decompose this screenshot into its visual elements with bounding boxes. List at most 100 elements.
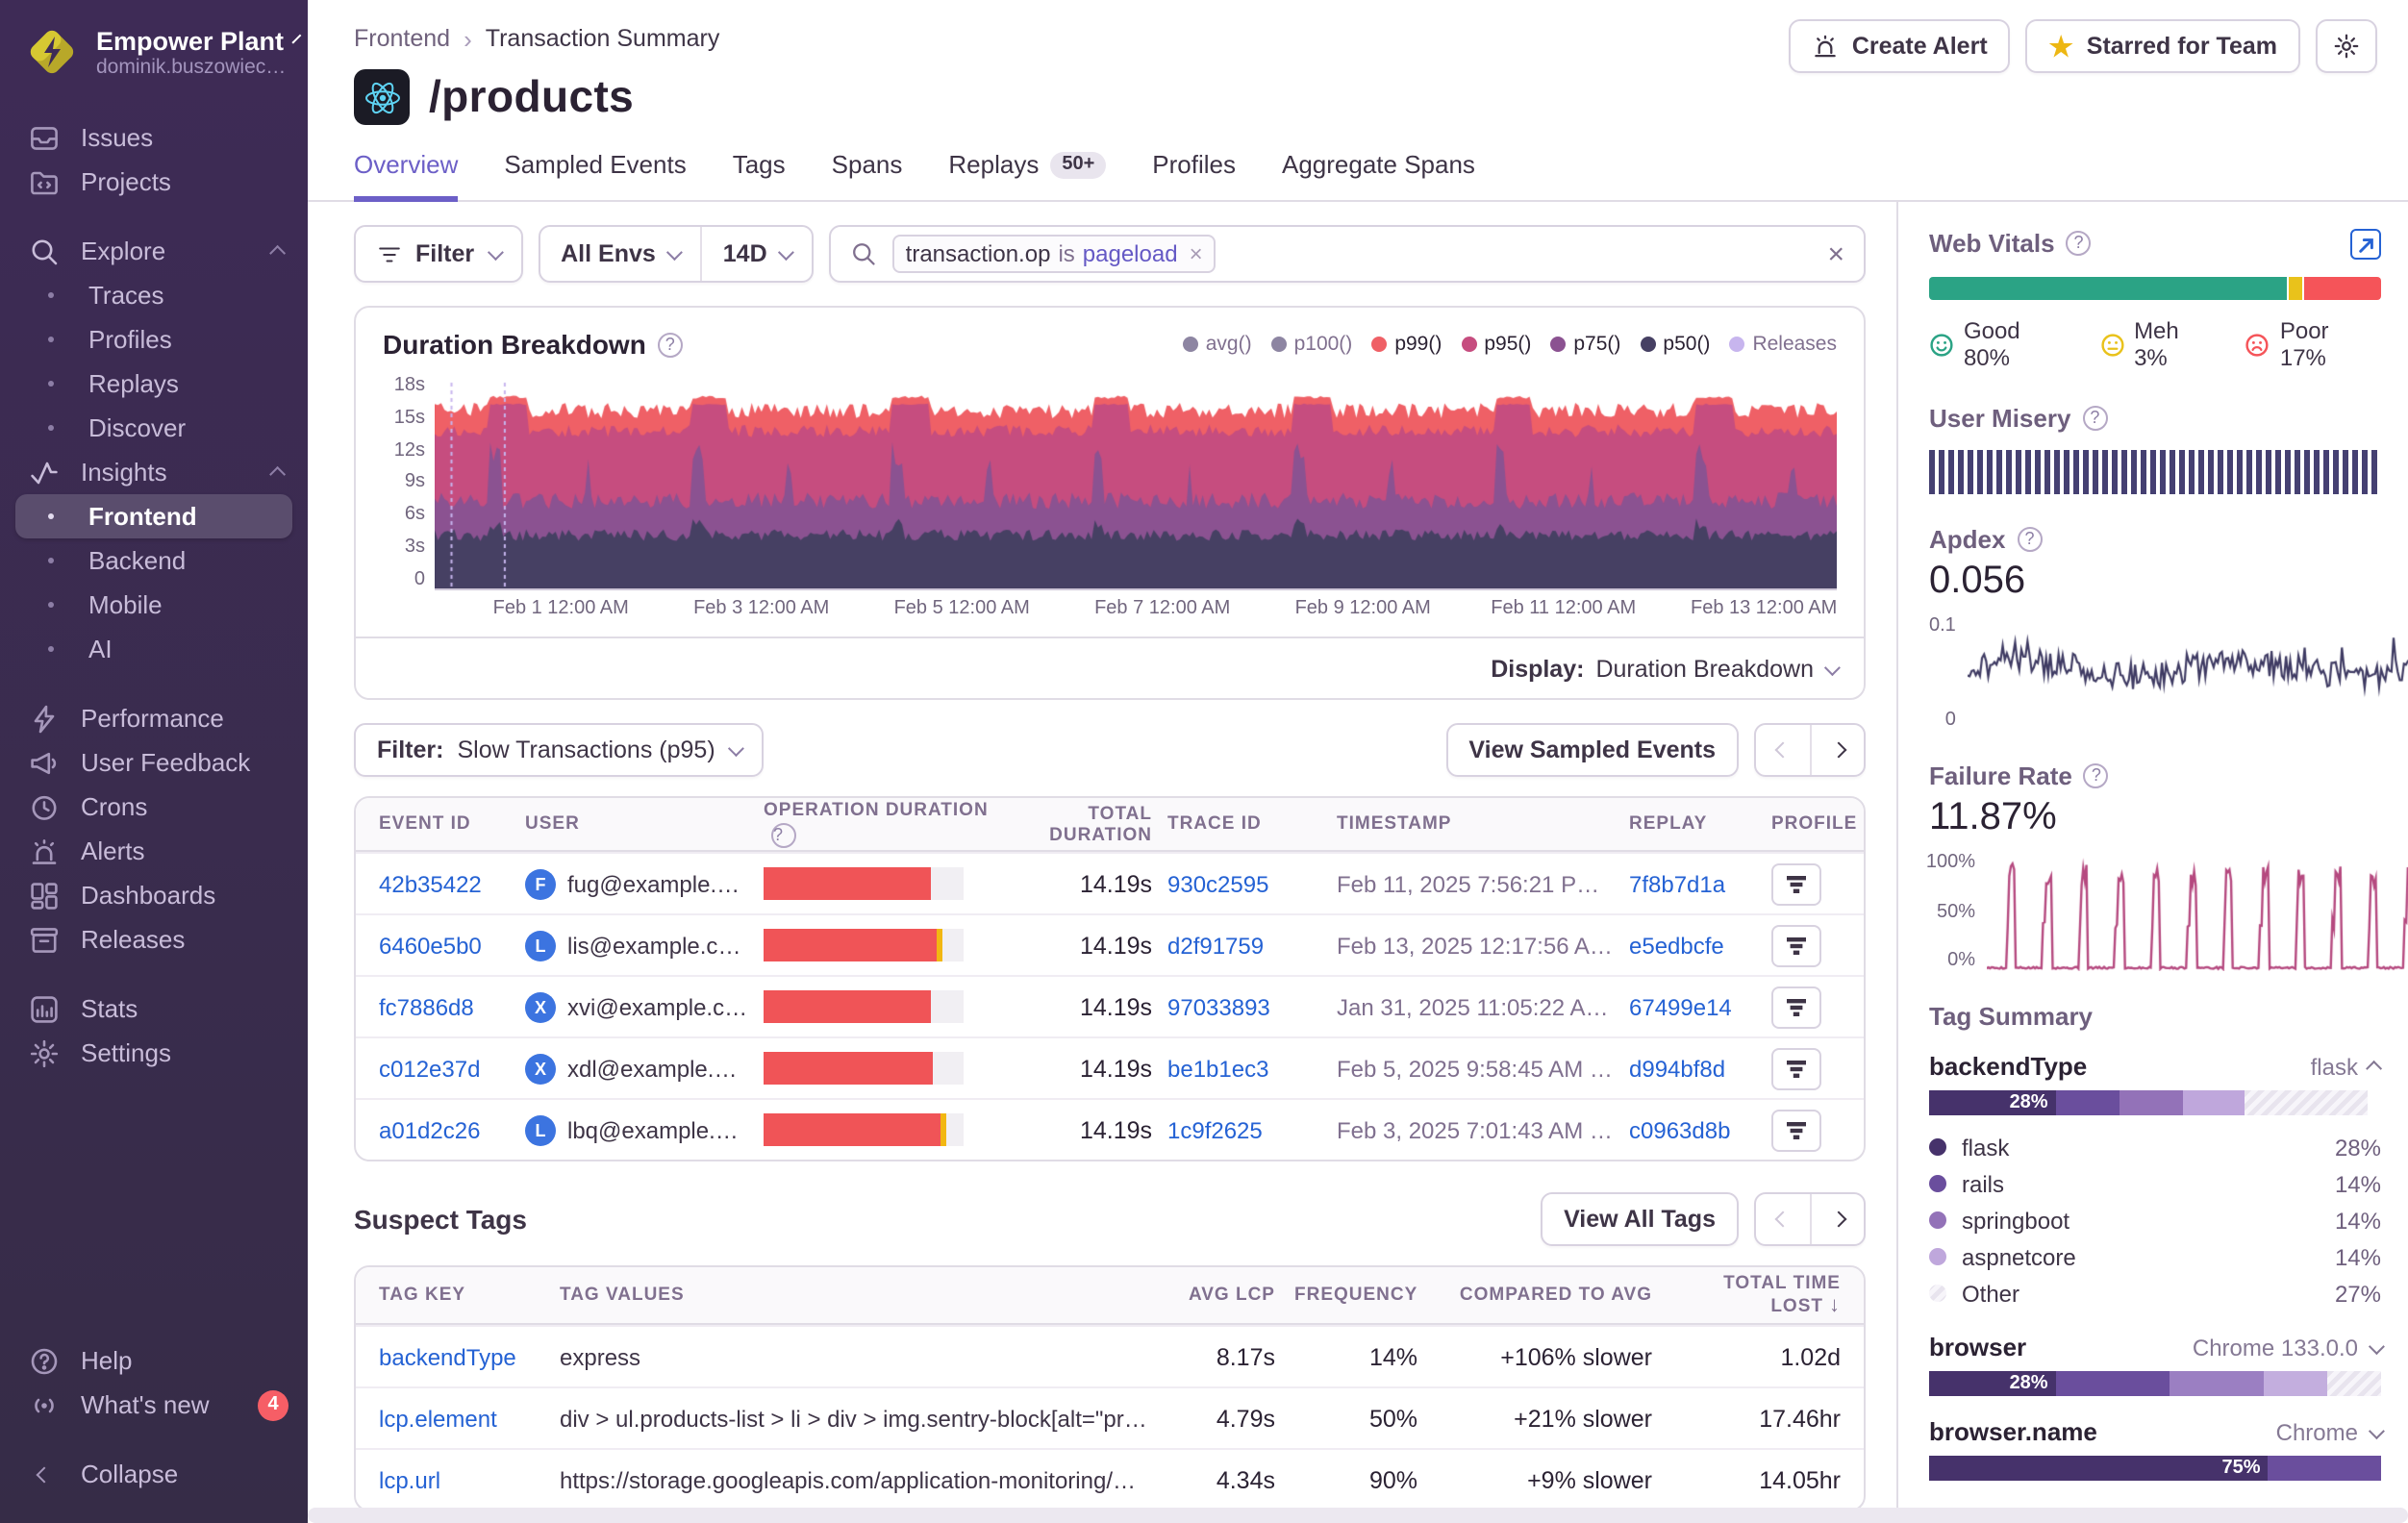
tag-bar-segment[interactable] bbox=[2056, 1371, 2170, 1396]
tag-key-link[interactable]: backendType bbox=[379, 1343, 540, 1370]
col-tag-key[interactable]: Tag Key bbox=[379, 1285, 540, 1306]
sidebar-item-performance[interactable]: Performance bbox=[0, 696, 308, 740]
legend-item-p99[interactable]: p99() bbox=[1371, 333, 1442, 356]
event-id-link[interactable]: 6460e5b0 bbox=[379, 932, 510, 959]
event-id-link[interactable]: 42b35422 bbox=[379, 870, 510, 897]
sidebar-item-mobile[interactable]: Mobile bbox=[0, 583, 308, 627]
search-input[interactable]: transaction.op is pageload × × bbox=[829, 225, 1866, 283]
duration-chart-canvas[interactable] bbox=[435, 375, 1837, 588]
sidebar-item-profiles[interactable]: Profiles bbox=[0, 317, 308, 362]
transaction-settings-button[interactable] bbox=[2316, 19, 2377, 73]
profile-button[interactable] bbox=[1771, 862, 1821, 905]
help-icon[interactable]: ? bbox=[2067, 231, 2092, 256]
legend-item-p50[interactable]: p50() bbox=[1640, 333, 1710, 356]
tag-group-selector[interactable]: Chrome 133.0.0 bbox=[2193, 1334, 2381, 1361]
tag-bar-segment[interactable] bbox=[2269, 1456, 2382, 1481]
tag-group-selector[interactable]: Chrome bbox=[2276, 1418, 2381, 1445]
tag-bar-segment[interactable] bbox=[2119, 1090, 2182, 1115]
sidebar-collapse-button[interactable]: Collapse bbox=[0, 1452, 308, 1496]
create-alert-button[interactable]: Create Alert bbox=[1789, 19, 2011, 73]
tag-bar-segment[interactable] bbox=[2264, 1371, 2327, 1396]
sidebar-item-frontend[interactable]: Frontend bbox=[15, 494, 292, 538]
breadcrumb-frontend[interactable]: Frontend bbox=[354, 25, 450, 52]
col-tag-values[interactable]: Tag Values bbox=[560, 1285, 1148, 1306]
sidebar-item-stats[interactable]: Stats bbox=[0, 986, 308, 1031]
trace-id-link[interactable]: 930c2595 bbox=[1167, 870, 1321, 897]
sidebar-item-ai[interactable]: AI bbox=[0, 627, 308, 671]
col-timestamp[interactable]: Timestamp bbox=[1337, 813, 1614, 835]
period-selector[interactable]: 14D bbox=[702, 227, 812, 281]
clear-search-icon[interactable]: × bbox=[1827, 237, 1844, 270]
tag-distribution-bar[interactable]: 28% bbox=[1929, 1371, 2381, 1396]
profile-button[interactable] bbox=[1771, 1109, 1821, 1151]
org-switcher[interactable]: Empower Plant dominik.buszowiec… bbox=[0, 0, 308, 100]
tab-overview[interactable]: Overview bbox=[354, 150, 458, 202]
trace-id-link[interactable]: 97033893 bbox=[1167, 993, 1321, 1020]
tag-legend-row[interactable]: aspnetcore14% bbox=[1929, 1238, 2381, 1275]
previous-page-button[interactable] bbox=[1756, 725, 1810, 775]
event-id-link[interactable]: c012e37d bbox=[379, 1055, 510, 1082]
view-sampled-events-button[interactable]: View Sampled Events bbox=[1445, 723, 1739, 777]
search-token[interactable]: transaction.op is pageload × bbox=[892, 235, 1217, 273]
token-remove-icon[interactable]: × bbox=[1186, 240, 1203, 267]
tag-legend-row[interactable]: rails14% bbox=[1929, 1165, 2381, 1202]
view-all-tags-button[interactable]: View All Tags bbox=[1541, 1192, 1739, 1246]
env-selector[interactable]: All Envs bbox=[539, 227, 700, 281]
help-icon[interactable]: ? bbox=[2084, 763, 2109, 788]
col-event-id[interactable]: Event ID bbox=[379, 813, 510, 835]
open-vitals-icon[interactable] bbox=[2350, 229, 2381, 260]
profile-button[interactable] bbox=[1771, 924, 1821, 966]
tag-group-selector[interactable]: flask bbox=[2311, 1053, 2381, 1080]
col-compared-to-avg[interactable]: Compared To Avg bbox=[1437, 1285, 1652, 1306]
legend-item-p75[interactable]: p75() bbox=[1550, 333, 1620, 356]
sidebar-item-backend[interactable]: Backend bbox=[0, 538, 308, 583]
starred-for-team-button[interactable]: ★ Starred for Team bbox=[2026, 19, 2300, 73]
display-dropdown[interactable]: Display: Duration Breakdown bbox=[356, 637, 1864, 698]
tag-bar-segment[interactable]: 75% bbox=[1929, 1456, 2269, 1481]
tag-legend-row[interactable]: springboot14% bbox=[1929, 1202, 2381, 1238]
tag-legend-row[interactable]: Other27% bbox=[1929, 1275, 2381, 1311]
tag-distribution-bar[interactable]: 28% bbox=[1929, 1090, 2381, 1115]
tab-sampled-events[interactable]: Sampled Events bbox=[504, 150, 686, 202]
col-operation-duration[interactable]: Operation Duration? bbox=[764, 800, 991, 848]
tab-profiles[interactable]: Profiles bbox=[1152, 150, 1236, 202]
replay-link[interactable]: 67499e14 bbox=[1629, 993, 1756, 1020]
sidebar-item-issues[interactable]: Issues bbox=[0, 115, 308, 160]
next-page-button[interactable] bbox=[1810, 725, 1864, 775]
sidebar-group-insights[interactable]: Insights bbox=[0, 450, 308, 494]
next-page-button[interactable] bbox=[1810, 1194, 1864, 1244]
previous-page-button[interactable] bbox=[1756, 1194, 1810, 1244]
col-avg-lcp[interactable]: Avg LCP bbox=[1167, 1285, 1275, 1306]
legend-item-p100[interactable]: p100() bbox=[1271, 333, 1353, 356]
tag-bar-segment[interactable] bbox=[2169, 1371, 2264, 1396]
help-icon[interactable]: ? bbox=[2017, 527, 2042, 552]
tag-bar-segment[interactable]: 28% bbox=[1929, 1371, 2056, 1396]
help-icon[interactable]: ? bbox=[771, 823, 796, 848]
sidebar-item-projects[interactable]: Projects bbox=[0, 160, 308, 204]
horizontal-scrollbar[interactable] bbox=[308, 1508, 2408, 1523]
sidebar-item-help[interactable]: Help bbox=[0, 1338, 308, 1383]
col-frequency[interactable]: Frequency bbox=[1294, 1285, 1417, 1306]
tag-key-link[interactable]: lcp.url bbox=[379, 1466, 540, 1493]
tag-legend-row[interactable]: flask28% bbox=[1929, 1129, 2381, 1165]
filter-button[interactable]: Filter bbox=[354, 225, 522, 283]
event-id-link[interactable]: fc7886d8 bbox=[379, 993, 510, 1020]
tag-bar-segment[interactable] bbox=[2182, 1090, 2245, 1115]
replay-link[interactable]: d994bf8d bbox=[1629, 1055, 1756, 1082]
sidebar-item-traces[interactable]: Traces bbox=[0, 273, 308, 317]
sidebar-item-releases[interactable]: Releases bbox=[0, 917, 308, 961]
help-icon[interactable]: ? bbox=[658, 332, 683, 357]
tag-distribution-bar[interactable]: 75% bbox=[1929, 1456, 2381, 1481]
tag-bar-segment[interactable] bbox=[2056, 1090, 2120, 1115]
replay-link[interactable]: 7f8b7d1a bbox=[1629, 870, 1756, 897]
trace-id-link[interactable]: d2f91759 bbox=[1167, 932, 1321, 959]
sidebar-item-crons[interactable]: Crons bbox=[0, 785, 308, 829]
sidebar-group-explore[interactable]: Explore bbox=[0, 229, 308, 273]
sidebar-item-discover[interactable]: Discover bbox=[0, 406, 308, 450]
col-profile[interactable]: Profile bbox=[1771, 813, 1844, 835]
sidebar-item-whats-new[interactable]: What's new 4 bbox=[0, 1383, 308, 1427]
tag-bar-segment[interactable] bbox=[2245, 1090, 2368, 1115]
col-total-duration[interactable]: Total Duration bbox=[1006, 803, 1152, 845]
replay-link[interactable]: c0963d8b bbox=[1629, 1116, 1756, 1143]
col-trace-id[interactable]: Trace ID bbox=[1167, 813, 1321, 835]
